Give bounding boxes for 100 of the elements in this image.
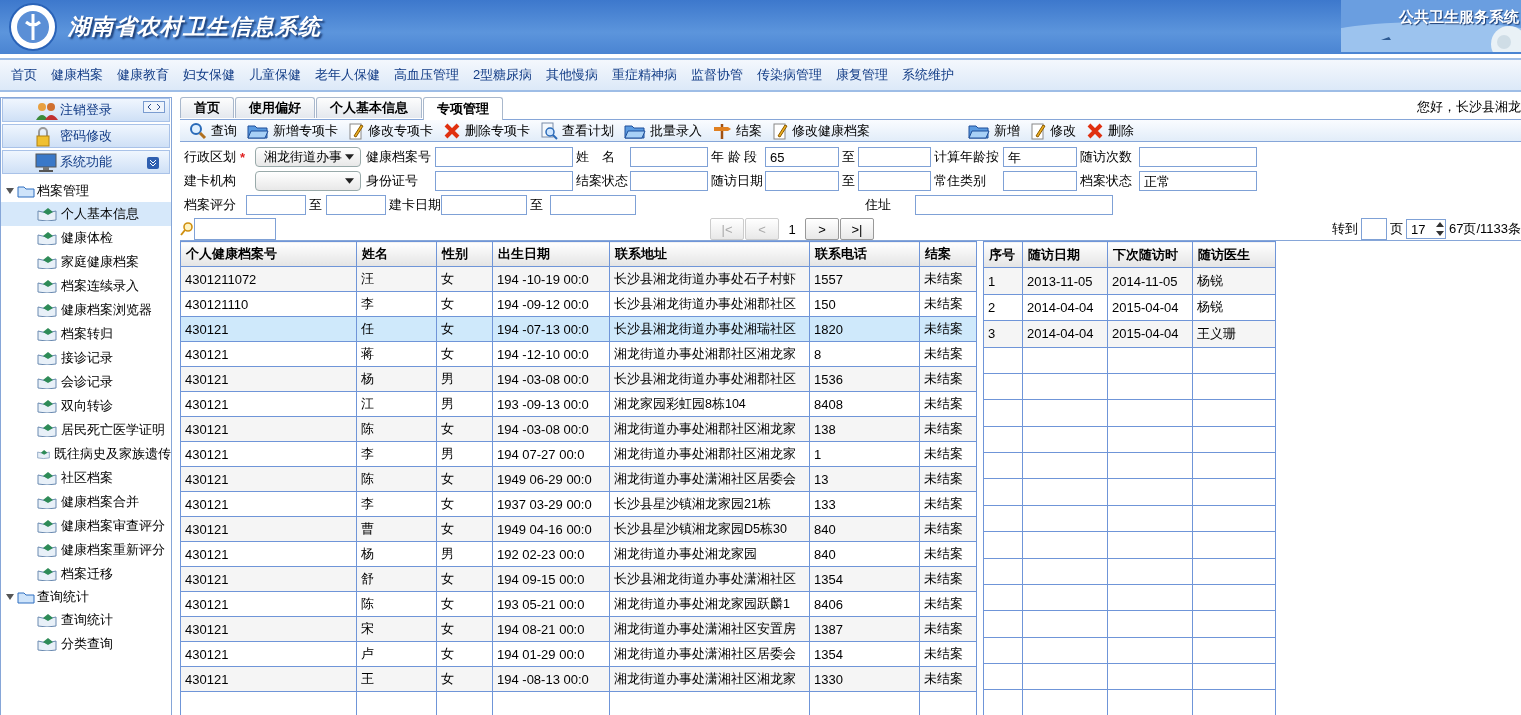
tree-item[interactable]: 查询统计 — [1, 608, 171, 632]
toolbar-button[interactable]: 删除专项卡 — [438, 121, 535, 140]
table-row[interactable]: 430121 杨 男 194 -03-08 00:0 长沙县湘龙街道办事处湘郡社区 1536 未结案 — [180, 366, 977, 392]
tree-item[interactable]: 家庭健康档案 — [1, 250, 171, 274]
tree-item[interactable]: 既往病史及家族遗传 — [1, 442, 171, 466]
tree-item[interactable]: 双向转诊 — [1, 394, 171, 418]
sidebar-button[interactable]: 注销登录 — [2, 98, 170, 122]
menu-item[interactable]: 监督协管 — [684, 66, 751, 84]
toolbar-button[interactable]: 修改 — [1025, 121, 1081, 140]
tab[interactable]: 使用偏好 — [235, 97, 315, 118]
table-row[interactable]: 430121 李 男 194 07-27 00:0 湘龙街道办事处湘郡社区湘龙家 1 未结案 — [180, 441, 977, 467]
tree-item[interactable]: 档案转归 — [1, 322, 171, 346]
table-row[interactable]: 430121 陈 女 193 05-21 00:0 湘龙街道办事处湘龙家园跃麟1 8406 未结案 — [180, 591, 977, 617]
input-field[interactable] — [765, 171, 839, 191]
table-row[interactable]: 430121 李 女 1937 03-29 00:0 长沙县星沙镇湘龙家园21栋 133 未结案 — [180, 491, 977, 517]
column-header[interactable]: 姓名 — [356, 241, 437, 267]
menu-item[interactable]: 康复管理 — [829, 66, 896, 84]
table-row[interactable]: 430121 蒋 女 194 -12-10 00:0 湘龙街道办事处湘郡社区湘龙家 8 未结案 — [180, 341, 977, 367]
dropdown-field[interactable] — [255, 171, 361, 191]
expanded-icon[interactable] — [5, 592, 15, 602]
input-field[interactable] — [630, 147, 708, 167]
menu-item[interactable]: 重症精神病 — [605, 66, 685, 84]
input-field[interactable]: 年 — [1003, 147, 1077, 167]
menu-item[interactable]: 健康教育 — [110, 66, 176, 84]
toolbar-button[interactable]: 查询 — [184, 121, 242, 140]
menu-item[interactable]: 2型糖尿病 — [466, 66, 540, 84]
tree-item[interactable]: 健康档案重新评分 — [1, 538, 171, 562]
tree-item[interactable]: 分类查询 — [1, 632, 171, 656]
page-input[interactable] — [1360, 218, 1387, 240]
column-header[interactable]: 结案 — [919, 241, 977, 267]
pager-button[interactable]: >| — [840, 218, 874, 240]
table-row[interactable]: 430121 陈 女 1949 06-29 00:0 湘龙街道办事处潇湘社区居委会 13 未结案 — [180, 466, 977, 492]
tree-item[interactable]: 居民死亡医学证明 — [1, 418, 171, 442]
tree-item[interactable]: 健康档案合并 — [1, 490, 171, 514]
column-header[interactable]: 出生日期 — [492, 241, 610, 267]
tree-node[interactable]: 查询统计 — [1, 586, 171, 608]
pager-button[interactable]: > — [805, 218, 839, 240]
tree-item[interactable]: 健康档案浏览器 — [1, 298, 171, 322]
toolbar-button[interactable]: 查看计划 — [535, 121, 619, 140]
tree-item[interactable]: 个人基本信息 — [1, 202, 171, 226]
table-row[interactable]: 430121 江 男 193 -09-13 00:0 湘龙家园彩虹园8栋104 8408 未结案 — [180, 391, 977, 417]
tree-item[interactable]: 健康档案审查评分 — [1, 514, 171, 538]
tree-item[interactable]: 档案迁移 — [1, 562, 171, 586]
input-field[interactable] — [858, 147, 931, 167]
tab[interactable]: 个人基本信息 — [316, 97, 422, 118]
tree-item[interactable]: 会诊记录 — [1, 370, 171, 394]
column-header[interactable]: 序号 — [983, 241, 1023, 268]
tree-item[interactable]: 健康体检 — [1, 226, 171, 250]
table-row[interactable]: 4301211072 汪 女 194 -10-19 00:0 长沙县湘龙街道办事处石子村虾 1557 未结案 — [180, 266, 977, 292]
search-field[interactable] — [194, 218, 276, 240]
toolbar-button[interactable]: 批量录入 — [619, 121, 707, 140]
toolbar-button[interactable]: 新增 — [963, 121, 1025, 140]
tree-node[interactable]: 档案管理 — [1, 180, 171, 202]
table-row[interactable]: 430121 宋 女 194 08-21 00:0 湘龙街道办事处潇湘社区安置房 1387 未结案 — [180, 616, 977, 642]
menu-item[interactable]: 健康档案 — [44, 66, 110, 84]
input-field[interactable] — [630, 171, 708, 191]
menu-item[interactable]: 高血压管理 — [387, 66, 466, 84]
table-row[interactable]: 430121 舒 女 194 09-15 00:0 长沙县湘龙街道办事处潇湘社区 1354 未结案 — [180, 566, 977, 592]
tree-item[interactable]: 接诊记录 — [1, 346, 171, 370]
toolbar-button[interactable]: 修改专项卡 — [343, 121, 438, 140]
toolbar-button[interactable]: 结案 — [707, 121, 767, 140]
tree-item[interactable]: 社区档案 — [1, 466, 171, 490]
menu-item[interactable]: 老年人保健 — [308, 66, 387, 84]
column-header[interactable]: 联系电话 — [809, 241, 920, 267]
table-row[interactable]: 430121 杨 男 192 02-23 00:0 湘龙街道办事处湘龙家园 840 未结案 — [180, 541, 977, 567]
toolbar-button[interactable]: 修改健康档案 — [767, 121, 875, 140]
column-header[interactable]: 随访医生 — [1192, 241, 1276, 268]
table-row[interactable]: 430121 任 女 194 -07-13 00:0 长沙县湘龙街道办事处湘瑞社区 1820 未结案 — [180, 316, 977, 342]
column-header[interactable]: 性别 — [436, 241, 493, 267]
menu-item[interactable]: 妇女保健 — [176, 66, 242, 84]
menu-item[interactable]: 传染病管理 — [750, 66, 830, 84]
table-row[interactable]: 430121 陈 女 194 -03-08 00:0 湘龙街道办事处湘郡社区湘龙家 138 未结案 — [180, 416, 977, 442]
menu-item[interactable]: 首页 — [4, 66, 44, 84]
collapse-icon[interactable] — [143, 101, 165, 113]
input-field[interactable]: 65 — [765, 147, 839, 167]
column-header[interactable]: 下次随访时 — [1107, 241, 1193, 268]
menu-item[interactable]: 系统维护 — [895, 66, 962, 84]
input-field[interactable] — [1139, 147, 1257, 167]
input-field[interactable] — [435, 171, 573, 191]
column-header[interactable]: 联系地址 — [609, 241, 810, 267]
column-header[interactable]: 随访日期 — [1022, 241, 1108, 268]
input-field[interactable] — [858, 171, 931, 191]
table-row[interactable]: 430121 曹 女 1949 04-16 00:0 长沙县星沙镇湘龙家园D5栋30 840 未结案 — [180, 516, 977, 542]
input-field[interactable] — [1003, 171, 1077, 191]
toolbar-button[interactable]: 新增专项卡 — [242, 121, 343, 140]
sidebar-button[interactable]: 系统功能 — [2, 150, 170, 174]
table-row[interactable]: 430121 王 女 194 -08-13 00:0 湘龙街道办事处潇湘社区湘龙家 1330 未结案 — [180, 666, 977, 692]
sidebar-button[interactable]: 密码修改 — [2, 124, 170, 148]
page-size-spinner[interactable]: 17 — [1405, 219, 1446, 239]
table-row[interactable]: 430121110 李 女 194 -09-12 00:0 长沙县湘龙街道办事处湘郡社区 150 未结案 — [180, 291, 977, 317]
toolbar-button[interactable]: 删除 — [1081, 121, 1139, 140]
input-field[interactable] — [441, 195, 527, 215]
input-field[interactable]: 正常 — [1139, 171, 1257, 191]
chevron-down-icon[interactable] — [147, 157, 159, 169]
table-row[interactable]: 430121 卢 女 194 01-29 00:0 湘龙街道办事处潇湘社区居委会 1354 未结案 — [180, 641, 977, 667]
dropdown-field[interactable]: 湘龙街道办事 — [255, 147, 361, 167]
input-field[interactable] — [550, 195, 636, 215]
input-field[interactable] — [435, 147, 573, 167]
input-field[interactable] — [326, 195, 386, 215]
input-field[interactable] — [246, 195, 306, 215]
